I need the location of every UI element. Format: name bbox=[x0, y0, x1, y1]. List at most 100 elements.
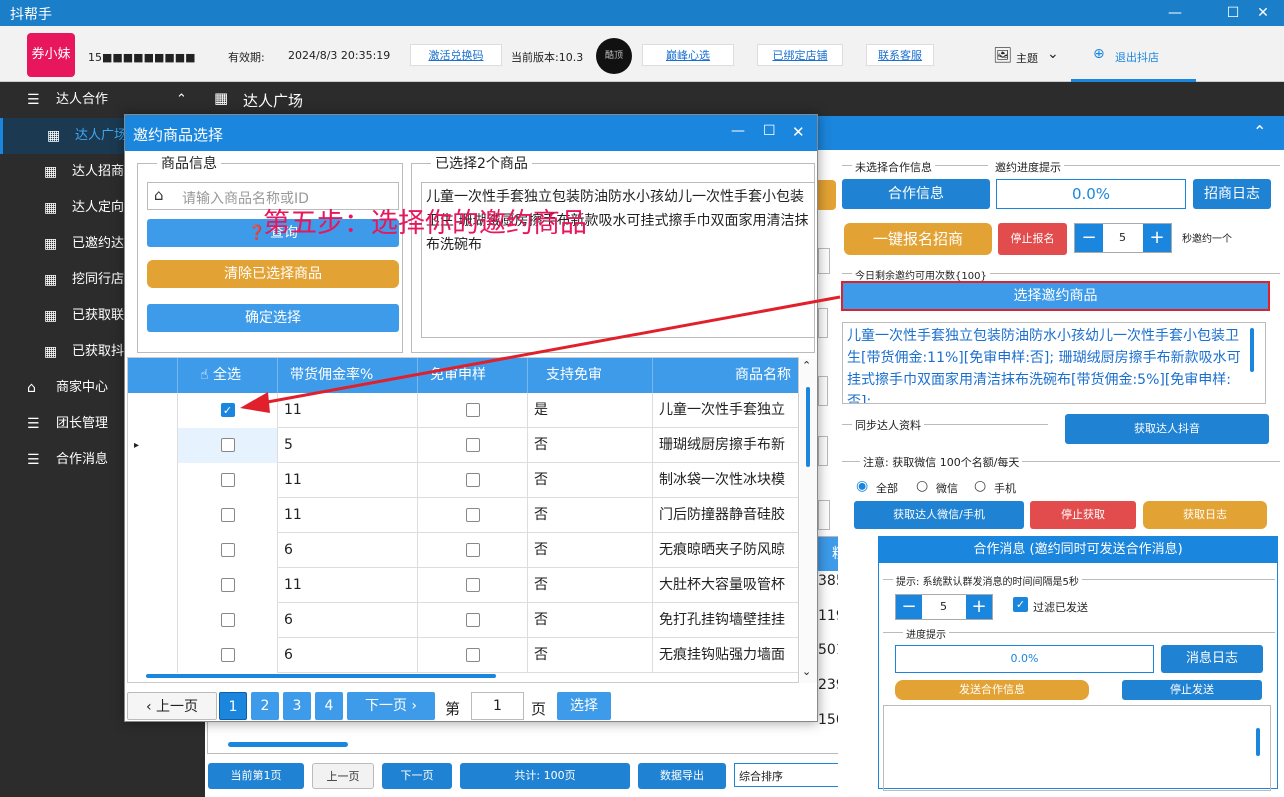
row-checkbox[interactable] bbox=[220, 613, 235, 627]
horizontal-scrollbar[interactable] bbox=[146, 674, 496, 678]
selection-link[interactable]: 巅峰心选 bbox=[642, 44, 734, 66]
select-all-label[interactable]: 全选 bbox=[213, 367, 241, 383]
table-row[interactable]: 11 否大肚杯大容量吸管杯 bbox=[128, 568, 798, 603]
row-sample-cell[interactable] bbox=[418, 463, 528, 498]
row-header[interactable] bbox=[128, 603, 178, 638]
close-icon[interactable]: ✕ bbox=[792, 123, 805, 141]
scroll-track[interactable]: ⌃ ⌄ bbox=[800, 359, 817, 683]
row-select-cell[interactable] bbox=[178, 463, 278, 498]
confirm-select-button[interactable]: 确定选择 bbox=[147, 304, 399, 332]
page-1-button[interactable]: 1 bbox=[219, 692, 247, 720]
row-sample-checkbox[interactable] bbox=[465, 648, 480, 662]
contact-label[interactable]: 联系客服 bbox=[878, 49, 922, 62]
row-select-cell[interactable] bbox=[178, 638, 278, 673]
radio-wechat-label[interactable]: 微信 bbox=[936, 480, 958, 496]
vertical-scroll-thumb[interactable] bbox=[806, 387, 810, 467]
stop-send-button[interactable]: 停止发送 bbox=[1122, 680, 1262, 700]
row-checkbox[interactable] bbox=[220, 508, 235, 522]
vertical-scrollbar[interactable] bbox=[1256, 728, 1260, 756]
minus-icon[interactable]: − bbox=[896, 595, 922, 619]
row-header[interactable] bbox=[128, 638, 178, 673]
close-button[interactable]: ✕ bbox=[1252, 2, 1274, 24]
row-checkbox[interactable] bbox=[220, 543, 235, 557]
chevron-down-icon[interactable]: ⌄ bbox=[1047, 46, 1059, 62]
row-sample-cell[interactable] bbox=[418, 393, 528, 428]
row-header[interactable] bbox=[128, 498, 178, 533]
table-row[interactable]: 6 否免打孔挂钩墙壁挂挂 bbox=[128, 603, 798, 638]
next-page-button[interactable]: 下一页 bbox=[382, 763, 452, 789]
row-sample-cell[interactable] bbox=[418, 428, 528, 463]
table-row[interactable]: 6 否无痕晾晒夹子防风晾 bbox=[128, 533, 798, 568]
logout-label[interactable]: 退出抖店 bbox=[1115, 49, 1159, 65]
message-textarea[interactable] bbox=[883, 705, 1271, 791]
interval-stepper[interactable]: − 5 + bbox=[1074, 223, 1172, 253]
row-header[interactable]: ▸ bbox=[128, 428, 178, 463]
filter-sent-label[interactable]: 过滤已发送 bbox=[1033, 599, 1088, 615]
radio-all-label[interactable]: 全部 bbox=[876, 480, 898, 496]
plus-icon[interactable]: + bbox=[1143, 224, 1171, 252]
row-sample-cell[interactable] bbox=[418, 638, 528, 673]
radio-all-icon[interactable]: ◉ bbox=[856, 478, 868, 494]
stop-get-button[interactable]: 停止获取 bbox=[1030, 501, 1136, 529]
get-wechat-button[interactable]: 获取达人微信/手机 bbox=[854, 501, 1024, 529]
row-select-cell[interactable] bbox=[178, 533, 278, 568]
row-sample-checkbox[interactable] bbox=[465, 613, 480, 627]
table-row[interactable]: 11 否门后防撞器静音硅胶 bbox=[128, 498, 798, 533]
stop-signup-button[interactable]: 停止报名 bbox=[998, 223, 1067, 255]
total-pages-button[interactable]: 共计: 100页 bbox=[460, 763, 630, 789]
select-goods-button[interactable]: 选择邀约商品 bbox=[841, 281, 1270, 311]
row-checkbox[interactable] bbox=[220, 438, 235, 452]
message-log-button[interactable]: 消息日志 bbox=[1161, 645, 1263, 673]
row-checkbox[interactable] bbox=[220, 473, 235, 487]
logout-tab[interactable]: ⊕ 退出抖店 bbox=[1071, 26, 1196, 82]
page-select-button[interactable]: 选择 bbox=[557, 692, 611, 720]
maximize-icon[interactable]: ☐ bbox=[763, 123, 776, 139]
table-row[interactable]: ✓ 11 是儿童一次性手套独立 bbox=[128, 393, 798, 428]
row-checkbox[interactable] bbox=[220, 648, 235, 662]
message-interval-value[interactable]: 5 bbox=[940, 600, 947, 613]
row-sample-checkbox[interactable] bbox=[465, 543, 480, 557]
row-header[interactable] bbox=[128, 533, 178, 568]
send-coop-button[interactable]: 发送合作信息 bbox=[895, 680, 1089, 700]
row-checkbox[interactable] bbox=[220, 578, 235, 592]
table-row[interactable]: ▸ 5 否珊瑚绒厨房擦手布新 bbox=[128, 428, 798, 463]
page-number-input[interactable]: 1 bbox=[471, 692, 524, 720]
row-sample-cell[interactable] bbox=[418, 603, 528, 638]
row-select-cell[interactable] bbox=[178, 603, 278, 638]
row-sample-cell[interactable] bbox=[418, 533, 528, 568]
chevron-up-icon[interactable]: ⌃ bbox=[802, 359, 811, 372]
clear-selected-button[interactable]: 清除已选择商品 bbox=[147, 260, 399, 288]
row-header[interactable] bbox=[128, 393, 178, 428]
message-interval-stepper[interactable]: − 5 + bbox=[895, 594, 993, 620]
row-sample-checkbox[interactable] bbox=[465, 578, 480, 592]
tab-talent-square[interactable]: 达人广场 bbox=[243, 90, 303, 111]
dialog-prev-button[interactable]: ‹ 上一页 bbox=[127, 692, 217, 720]
coop-info-button[interactable]: 合作信息 bbox=[842, 179, 990, 209]
dialog-next-button[interactable]: 下一页 › bbox=[347, 692, 435, 720]
horizontal-scrollbar[interactable] bbox=[228, 742, 348, 747]
row-sample-cell[interactable] bbox=[418, 568, 528, 603]
plus-icon[interactable]: + bbox=[966, 595, 992, 619]
row-select-cell[interactable] bbox=[178, 428, 278, 463]
minimize-icon[interactable]: — bbox=[731, 123, 745, 139]
collapse-icon[interactable]: ⌃ bbox=[1253, 122, 1266, 141]
row-sample-checkbox[interactable] bbox=[465, 508, 480, 522]
page-3-button[interactable]: 3 bbox=[283, 692, 311, 720]
filter-checkbox[interactable]: ✓ bbox=[1013, 597, 1028, 612]
bound-store-label[interactable]: 已绑定店铺 bbox=[773, 49, 828, 62]
row-select-cell[interactable] bbox=[178, 498, 278, 533]
minus-icon[interactable]: − bbox=[1075, 224, 1103, 252]
recruit-log-button[interactable]: 招商日志 bbox=[1193, 179, 1271, 209]
table-row[interactable]: 11 否制冰袋一次性冰块模 bbox=[128, 463, 798, 498]
grid-header-select-all[interactable]: ☝ 全选 bbox=[178, 358, 278, 393]
radio-phone-icon[interactable]: ○ bbox=[974, 478, 986, 494]
page-4-button[interactable]: 4 bbox=[315, 692, 343, 720]
radio-phone-label[interactable]: 手机 bbox=[994, 480, 1016, 496]
activate-code-link[interactable]: 激活兑换码 bbox=[410, 44, 502, 66]
maximize-button[interactable]: ☐ bbox=[1222, 2, 1244, 24]
row-select-cell[interactable]: ✓ bbox=[178, 393, 278, 428]
one-click-signup-button[interactable]: 一键报名招商 bbox=[844, 223, 992, 255]
get-douyin-button[interactable]: 获取达人抖音 bbox=[1065, 414, 1269, 444]
row-header[interactable] bbox=[128, 568, 178, 603]
row-sample-checkbox[interactable] bbox=[465, 438, 480, 452]
